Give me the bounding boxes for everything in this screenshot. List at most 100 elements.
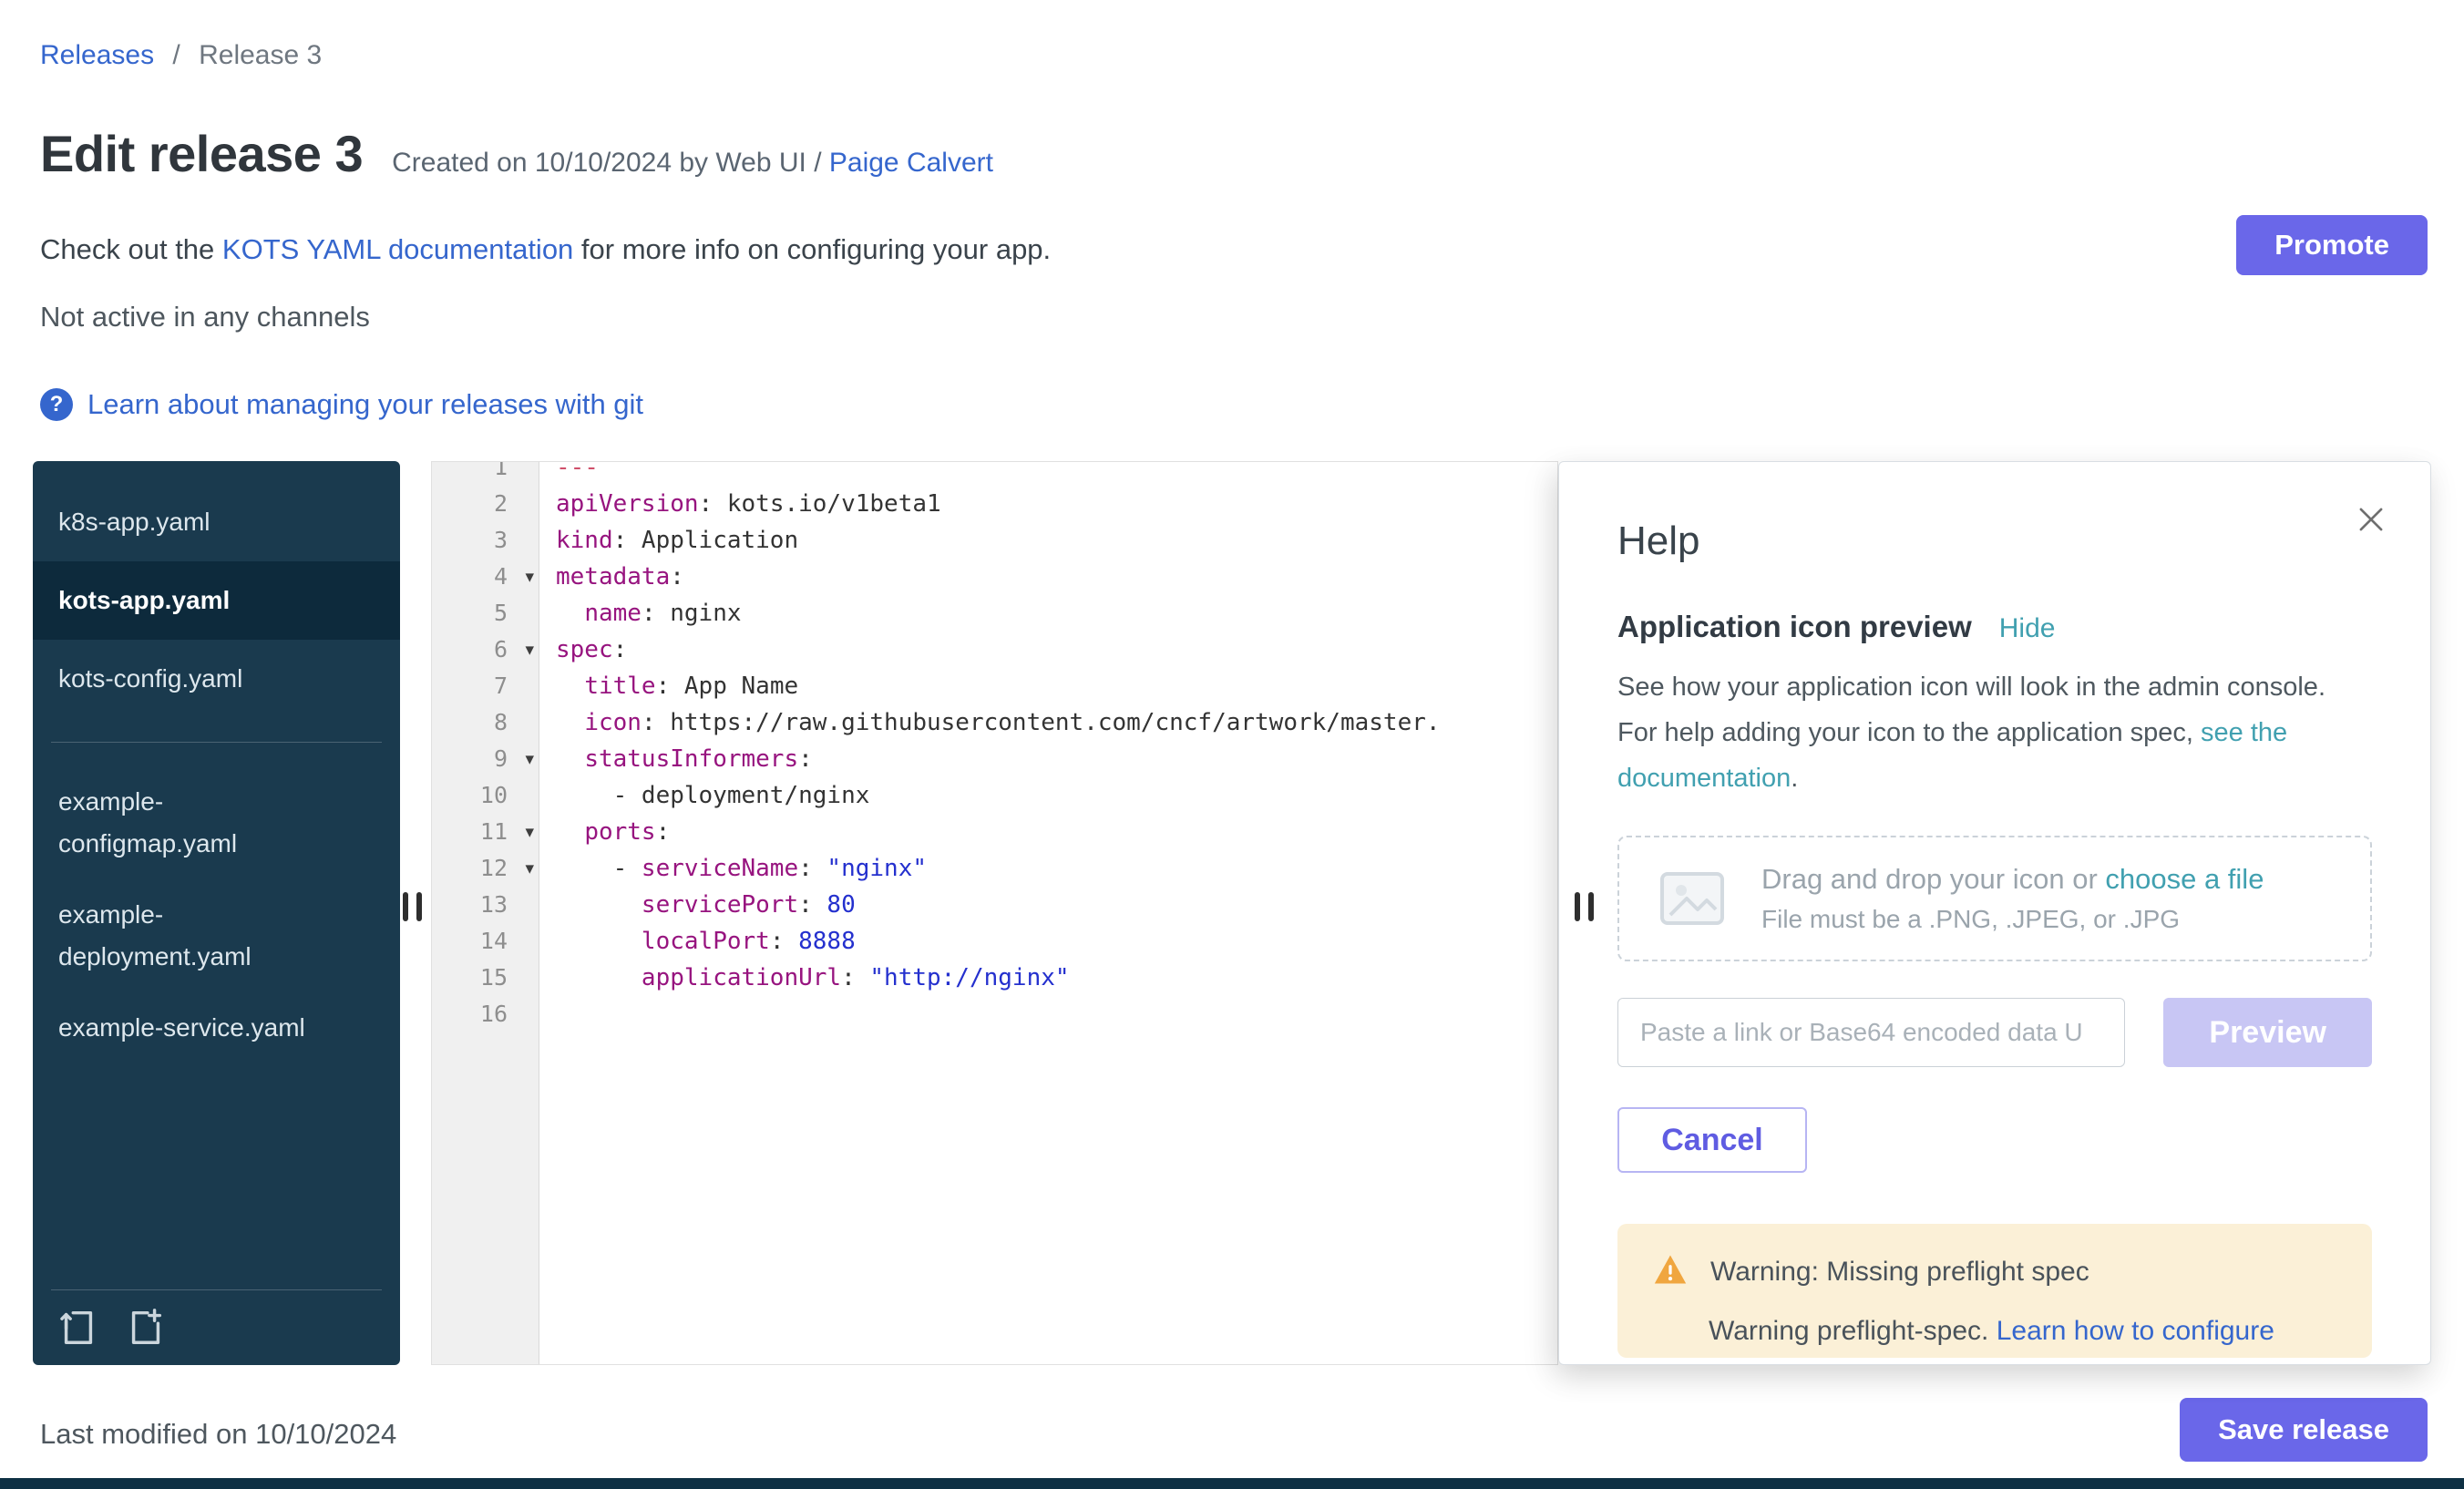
fold-arrow-icon[interactable]: ▾ (525, 559, 534, 595)
preview-button[interactable]: Preview (2163, 998, 2372, 1067)
line-number: 16 (480, 1001, 508, 1027)
yaml-editor[interactable]: 1234▾56▾789▾1011▾12▾13141516 ---apiVersi… (431, 461, 1558, 1365)
resize-bar-icon (1575, 892, 1580, 921)
code-token-plain (556, 745, 584, 773)
choose-file-link[interactable]: choose a file (2105, 863, 2264, 895)
fold-arrow-icon[interactable]: ▾ (525, 632, 534, 668)
code-token-plain: : kots.io/v1beta1 (699, 490, 941, 518)
fold-arrow-icon[interactable]: ▾ (525, 814, 534, 850)
file-group-app-specs: k8s-app.yamlkots-app.yamlkots-config.yam… (33, 483, 400, 718)
code-token-plain: : (798, 745, 813, 773)
code-token-plain: : App Name (656, 673, 799, 700)
warning-detail-row: Warning preflight-spec. Learn how to con… (1709, 1316, 2337, 1347)
line-number: 4 (494, 563, 508, 590)
created-info: Created on 10/10/2024 by Web UI / Paige … (392, 148, 993, 179)
code-line[interactable]: icon: https://raw.githubusercontent.com/… (556, 704, 1557, 741)
code-line[interactable]: - deployment/nginx (556, 777, 1557, 814)
code-token-key: icon (584, 709, 642, 736)
code-token-plain (556, 891, 642, 919)
gutter-line: 14 (432, 923, 539, 960)
code-line[interactable]: ports: (556, 814, 1557, 850)
gutter-line: 9▾ (432, 741, 539, 777)
icon-url-input[interactable] (1617, 998, 2125, 1067)
git-releases-link[interactable]: Learn about managing your releases with … (87, 388, 643, 421)
kots-yaml-doc-link[interactable]: KOTS YAML documentation (222, 233, 573, 265)
file-tree-item[interactable]: k8s-app.yaml (33, 483, 400, 561)
file-tree-item[interactable]: example-service.yaml (33, 992, 334, 1063)
code-line[interactable]: name: nginx (556, 595, 1557, 632)
save-release-button[interactable]: Save release (2180, 1398, 2428, 1462)
dropzone-file-hint: File must be a .PNG, .JPEG, or .JPG (1761, 905, 2264, 934)
code-token-plain: - deployment/nginx (556, 782, 869, 809)
title-row: Edit release 3 Created on 10/10/2024 by … (40, 124, 993, 183)
code-token-plain: : https://raw.githubusercontent.com/cncf… (642, 709, 1441, 736)
code-line[interactable] (556, 996, 1557, 1032)
gutter-line: 8 (432, 704, 539, 741)
new-file-icon[interactable] (124, 1305, 168, 1349)
gutter-line: 11▾ (432, 814, 539, 850)
code-token-plain: : nginx (642, 600, 742, 627)
cancel-button[interactable]: Cancel (1617, 1107, 1807, 1173)
breadcrumb-separator: / (172, 40, 180, 70)
file-tree-item[interactable]: example-deployment.yaml (33, 879, 334, 992)
preflight-warning-box: Warning: Missing preflight spec Warning … (1617, 1224, 2372, 1358)
gutter-line: 10 (432, 777, 539, 814)
panel-resize-handle-right[interactable] (1575, 892, 1594, 921)
breadcrumb-current: Release 3 (199, 40, 322, 70)
code-token-key: apiVersion (556, 490, 699, 518)
line-number: 10 (480, 782, 508, 808)
code-line[interactable]: applicationUrl: "http://nginx" (556, 960, 1557, 996)
code-line[interactable]: --- (556, 462, 1557, 486)
code-line[interactable]: localPort: 8888 (556, 923, 1557, 960)
code-token-plain: : (798, 891, 826, 919)
file-tree-item[interactable]: kots-app.yaml (33, 561, 400, 640)
code-token-key: localPort (642, 928, 770, 955)
code-line[interactable]: metadata: (556, 559, 1557, 595)
code-token-key: metadata (556, 563, 670, 590)
code-line[interactable]: servicePort: 80 (556, 887, 1557, 923)
code-token-key: ports (584, 818, 655, 846)
code-token-plain: : (670, 563, 684, 590)
gutter-line: 6▾ (432, 632, 539, 668)
editor-code-area[interactable]: ---apiVersion: kots.io/v1beta1kind: Appl… (539, 462, 1557, 1364)
hide-link[interactable]: Hide (1999, 613, 2056, 644)
line-number: 14 (480, 928, 508, 954)
code-token-plain: : (841, 964, 869, 991)
fold-arrow-icon[interactable]: ▾ (525, 850, 534, 887)
code-token-plain: - (556, 855, 642, 882)
code-line[interactable]: - serviceName: "nginx" (556, 850, 1557, 887)
channel-status: Not active in any channels (40, 301, 370, 334)
warning-triangle-icon (1652, 1253, 1689, 1290)
editor-gutter: 1234▾56▾789▾1011▾12▾13141516 (432, 462, 539, 1364)
file-group-examples: example-configmap.yamlexample-deployment… (33, 766, 400, 1063)
gutter-line: 3 (432, 522, 539, 559)
code-token-plain: : (798, 855, 826, 882)
code-token-plain: : (613, 636, 628, 663)
promote-button[interactable]: Promote (2236, 215, 2428, 275)
code-line[interactable]: apiVersion: kots.io/v1beta1 (556, 486, 1557, 522)
git-help-row: ? Learn about managing your releases wit… (40, 388, 643, 421)
code-token-key: name (584, 600, 642, 627)
code-line[interactable]: spec: (556, 632, 1557, 668)
learn-how-to-configure-link[interactable]: Learn how to configure (1997, 1316, 2274, 1346)
file-tree-item[interactable]: kots-config.yaml (33, 640, 400, 718)
code-line[interactable]: kind: Application (556, 522, 1557, 559)
file-tree-item[interactable]: example-configmap.yaml (33, 766, 334, 879)
code-token-plain (556, 964, 642, 991)
close-icon[interactable] (2354, 502, 2388, 537)
dropzone-text-block: Drag and drop your icon or choose a file… (1761, 863, 2264, 934)
fold-arrow-icon[interactable]: ▾ (525, 741, 534, 777)
code-line[interactable]: title: App Name (556, 668, 1557, 704)
upload-file-icon[interactable] (56, 1305, 100, 1349)
panel-resize-handle-left[interactable] (403, 892, 422, 921)
code-token-plain (556, 709, 584, 736)
icon-preview-title: Application icon preview (1617, 610, 1972, 644)
icon-dropzone[interactable]: Drag and drop your icon or choose a file… (1617, 836, 2372, 961)
image-placeholder-icon (1659, 871, 1725, 926)
gutter-line: 2 (432, 486, 539, 522)
question-circle-icon: ? (40, 388, 73, 421)
breadcrumb-releases-link[interactable]: Releases (40, 40, 154, 70)
author-link[interactable]: Paige Calvert (829, 148, 993, 178)
warning-detail-text: Warning preflight-spec. (1709, 1316, 1997, 1346)
code-line[interactable]: statusInformers: (556, 741, 1557, 777)
